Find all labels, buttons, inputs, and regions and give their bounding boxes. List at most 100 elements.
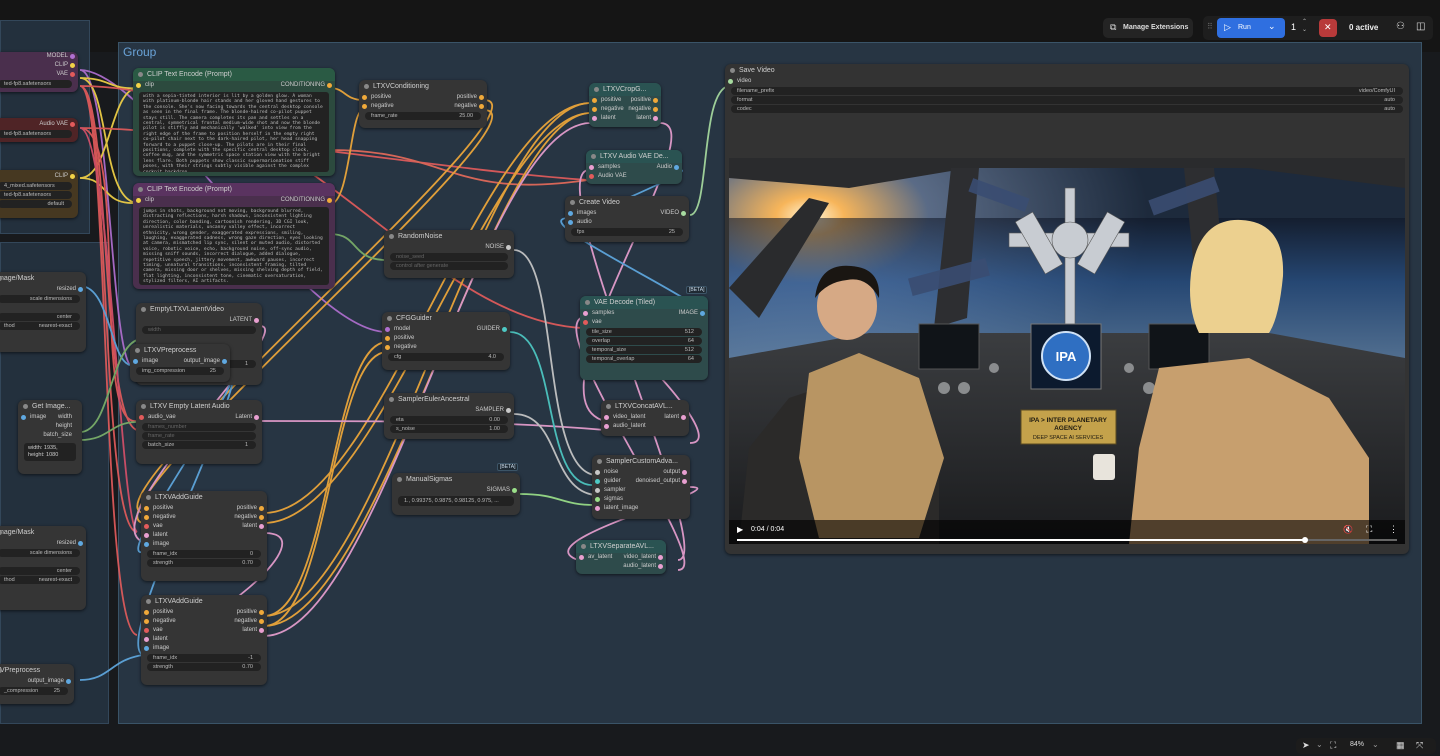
queue-count-input[interactable]: 1 [1291,22,1296,32]
clip-name1-widget[interactable]: 4_mixed.safetensors [0,182,72,190]
prompt-textarea[interactable]: with a sepia-tinted interior is lit by a… [139,92,329,172]
overlap-widget[interactable]: overlap 64 [586,337,702,345]
frame-rate-widget[interactable]: frame_rate [142,432,256,440]
resize-type-widget[interactable]: scale dimensions [0,295,80,303]
cancel-button[interactable]: ✕ [1319,19,1337,37]
node-title[interactable]: nage/Mask [0,272,86,285]
strength-widget[interactable]: strength 0.70 [147,559,261,567]
checkpoint-loader-node[interactable]: MODEL CLIP VAE ted-fp8.safetensors [0,52,78,92]
audio-vae-loader-node[interactable]: Audio VAE ted-fp8.safetensors [0,118,78,142]
tile-size-widget[interactable]: tile_size 512 [586,328,702,336]
fullscreen-icon[interactable]: ⛶ [1366,524,1372,535]
resize-image-mask-node-1[interactable]: nage/Mask resized scale dimensions cente… [0,272,86,352]
ltxv-audio-vae-decode-node[interactable]: LTXV Audio VAE De... samples Audio Audio … [586,150,682,184]
video-preview[interactable]: IPA IPA > INTER PLANETARY AGENCY DEEP SP… [729,158,1405,544]
run-button[interactable]: ▷ Run ⌄ [1217,18,1285,38]
clip-text-encode-negative-node[interactable]: CLIP Text Encode (Prompt) clip CONDITIONI… [133,183,335,289]
pointer-icon[interactable]: ➤ [1302,740,1310,751]
cfg-guider-node[interactable]: CFGGuider model GUIDER positive negative … [382,312,510,370]
audio-ckpt-widget[interactable]: ted-fp8.safetensors [0,130,72,138]
node-title[interactable]: nage/Mask [0,526,86,539]
width-widget[interactable]: width [142,326,256,334]
ltxv-separate-av-latent-node[interactable]: LTXVSeparateAVL... av_latent video_latent… [576,540,666,574]
node-title[interactable]: LTXVAddGuide [141,595,267,608]
node-title[interactable]: LTXVConcatAVL... [601,400,689,413]
resize-type-widget[interactable]: scale dimensions [0,549,80,557]
device-widget[interactable]: default [0,200,72,208]
node-title[interactable]: LTXVAddGuide [141,491,267,504]
panel-toggle-icon[interactable]: ◫ [1416,21,1425,32]
node-title[interactable]: ManualSigmas [392,473,520,486]
eta-widget[interactable]: eta 0.00 [390,416,508,424]
cfg-widget[interactable]: cfg 4.0 [388,353,504,361]
ltxv-preprocess-node[interactable]: LTXVPreprocess image output_image img_com… [130,344,230,382]
ckpt-name-widget[interactable]: ted-fp8.safetensors [0,80,72,88]
s-noise-widget[interactable]: s_noise 1.00 [390,425,508,433]
codec-widget[interactable]: codec auto [731,105,1403,113]
random-noise-node[interactable]: RandomNoise NOISE noise_seed control aft… [384,230,514,278]
video-progress-knob[interactable] [1301,537,1308,543]
chevron-down-icon[interactable]: ⌄ [1372,740,1379,749]
temporal-size-widget[interactable]: temporal_size 512 [586,346,702,354]
ltxv-add-guide-node-2[interactable]: LTXVAddGuide positive positive negative ne… [141,595,267,685]
method-widget[interactable]: thod nearest-exact [0,322,80,330]
clip-name2-widget[interactable]: ted-fp8.safetensors [0,191,72,199]
node-title[interactable]: Create Video [565,196,689,209]
create-video-node[interactable]: Create Video images VIDEO audio fps 25 [565,196,689,242]
clip-loader-node[interactable]: CLIP 4_mixed.safetensors ted-fp8.safeten… [0,170,78,218]
chevron-down-icon[interactable]: ⌄ [1268,21,1276,32]
node-title[interactable]: LTXVSeparateAVL... [576,540,666,553]
negative-prompt-textarea[interactable]: jumps in shots, background not moving, b… [139,207,329,285]
node-title[interactable]: VAE Decode (Tiled) [580,296,708,309]
minimap-icon[interactable]: ▦ [1396,740,1405,751]
node-title[interactable]: LTXVCropG... [589,83,661,96]
user-icon[interactable]: ⚇ [1396,21,1405,32]
ltxv-conditioning-node[interactable]: LTXVConditioning positive positive negati… [359,80,487,128]
compression-widget[interactable]: _compression 25 [0,687,68,695]
ltxv-concat-av-latent-node[interactable]: LTXVConcatAVL... video_latent latent audi… [601,400,689,436]
frame-idx-widget[interactable]: frame_idx 0 [147,550,261,558]
node-title[interactable]: LTXV Empty Latent Audio [136,400,262,413]
node-title[interactable]: CFGGuider [382,312,510,325]
more-options-icon[interactable]: ⋮ [1389,524,1398,535]
manage-extensions-button[interactable]: ⧉ Manage Extensions [1103,18,1193,38]
play-icon[interactable]: ▶ [737,525,743,534]
frame-rate-widget[interactable]: frame_rate 25.00 [365,112,481,120]
volume-icon[interactable]: 🔇 [1343,525,1353,534]
ltxv-add-guide-node-1[interactable]: LTXVAddGuide positive positive negative ne… [141,491,267,581]
control-after-generate-widget[interactable]: control after generate [390,262,508,270]
video-progress-track[interactable] [737,537,1397,543]
temporal-overlap-widget[interactable]: temporal_overlap 64 [586,355,702,363]
zoom-level[interactable]: 84% [1350,741,1364,748]
noise-seed-widget[interactable]: noise_seed [390,253,508,261]
drag-handle-icon[interactable]: ⠿ [1207,22,1213,31]
ltxv-crop-guides-node[interactable]: LTXVCropG... positive positive negative ne… [589,83,661,127]
graph-canvas[interactable]: Group MODEL CLIP VAE ted-fp8.safetensors… [0,0,1440,756]
frame-idx-widget[interactable]: frame_idx -1 [147,654,261,662]
strength-widget[interactable]: strength 0.70 [147,663,261,671]
frames-number-widget[interactable]: frames_number [142,423,256,431]
crop-widget[interactable]: center [0,567,80,575]
node-title[interactable]: CLIP Text Encode (Prompt) [133,183,335,196]
node-title[interactable]: LTXVConditioning [359,80,487,93]
resize-image-mask-node-2[interactable]: nage/Mask resized scale dimensions cente… [0,526,86,610]
get-image-size-node[interactable]: Get Image... image width height batch_siz… [18,400,82,474]
node-title[interactable]: LTXV Audio VAE De... [586,150,682,163]
node-title[interactable]: EmptyLTXVLatentVideo [136,303,262,316]
node-title[interactable]: Get Image... [18,400,82,413]
node-title[interactable]: SamplerCustomAdva... [592,455,690,468]
sigmas-widget[interactable]: 1., 0.99375, 0.9875, 0.98125, 0.975, ... [398,496,514,506]
sampler-euler-ancestral-node[interactable]: SamplerEulerAncestral SAMPLER eta 0.00 s_… [384,393,514,439]
clip-text-encode-positive-node[interactable]: CLIP Text Encode (Prompt) clip CONDITIONI… [133,68,335,176]
vae-decode-tiled-node[interactable]: VAE Decode (Tiled) samples IMAGE vae tile… [580,296,708,380]
active-count[interactable]: 0 active [1349,23,1378,32]
hide-links-icon[interactable]: ⤧ [1416,740,1423,751]
img-compression-widget[interactable]: img_compression 25 [136,367,224,375]
crop-widget[interactable]: center [0,313,80,321]
fps-widget[interactable]: fps 25 [571,228,683,236]
chevron-down-icon[interactable]: ⌄ [1316,740,1323,749]
method-widget[interactable]: thod nearest-exact [0,576,80,584]
node-title[interactable]: CLIP Text Encode (Prompt) [133,68,335,81]
format-widget[interactable]: format auto [731,96,1403,104]
sampler-custom-advanced-node[interactable]: SamplerCustomAdva... noise output guider d… [592,455,690,519]
